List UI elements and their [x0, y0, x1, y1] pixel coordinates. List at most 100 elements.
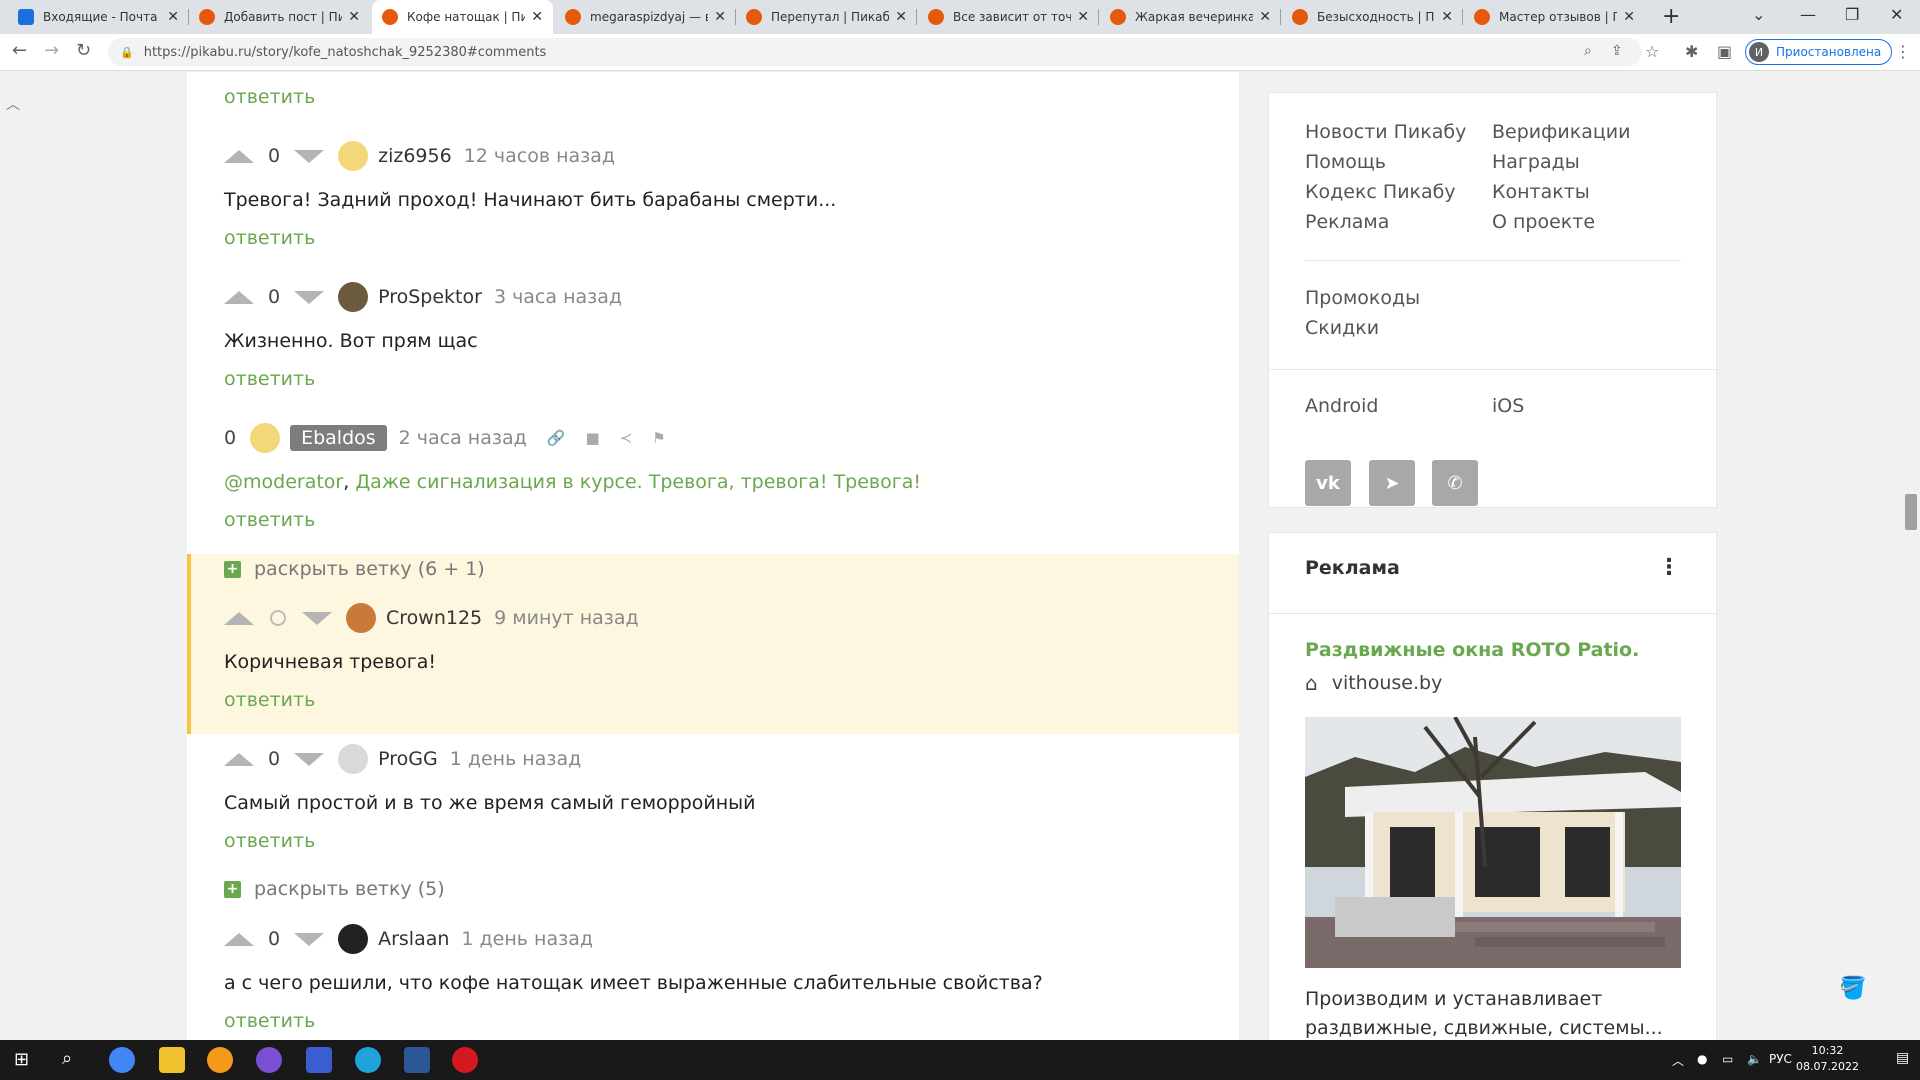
scrollbar-thumb[interactable] [1905, 494, 1917, 530]
back-icon[interactable]: ← [12, 40, 27, 61]
sidebar-link[interactable]: Скидки [1305, 317, 1379, 339]
new-tab-button[interactable]: + [1662, 4, 1680, 29]
tray-app-icon[interactable]: ● [1697, 1052, 1707, 1066]
comment-time[interactable]: 1 день назад [450, 748, 582, 770]
browser-tab[interactable]: Добавить пост | Пикабу ✕ [189, 0, 370, 34]
expand-branch-button[interactable]: + раскрыть ветку (5) [224, 878, 445, 900]
expand-branch-button[interactable]: + раскрыть ветку (6 + 1) [224, 558, 485, 580]
upvote-icon[interactable] [224, 752, 254, 766]
close-icon[interactable]: ✕ [167, 9, 179, 25]
browser-tab[interactable]: Перепутал | Пикабу ✕ [736, 0, 917, 34]
downvote-icon[interactable] [294, 149, 325, 163]
windows-start-icon[interactable]: ⊞ [14, 1049, 29, 1070]
browser-tab[interactable]: Мастер отзывов | Пикабу ✕ [1464, 0, 1645, 34]
sidebar-link[interactable]: Верификации [1492, 121, 1630, 143]
telegram-icon[interactable]: ➤ [1369, 460, 1415, 506]
save-app-icon[interactable] [306, 1047, 332, 1073]
reply-link[interactable]: ответить [224, 1010, 315, 1032]
viber-icon[interactable] [256, 1047, 282, 1073]
reply-link[interactable]: ответить [224, 368, 315, 390]
volume-icon[interactable]: 🔈 [1747, 1052, 1762, 1066]
reload-icon[interactable]: ↻ [76, 40, 91, 61]
chrome-icon[interactable] [109, 1047, 135, 1073]
android-app-link[interactable]: Android [1305, 395, 1378, 417]
close-icon[interactable]: ✕ [1259, 9, 1271, 25]
sidebar-link[interactable]: Реклама [1305, 211, 1389, 233]
close-icon[interactable]: ✕ [1623, 9, 1635, 25]
avatar[interactable] [346, 603, 376, 633]
browser-tab[interactable]: Жаркая вечеринка | Пикабу ✕ [1100, 0, 1281, 34]
share-icon[interactable]: ⇪ [1611, 43, 1623, 59]
sidebar-link[interactable]: Новости Пикабу [1305, 121, 1466, 143]
reply-link[interactable]: ответить [224, 509, 315, 531]
menu-icon[interactable]: ⋮ [1895, 42, 1911, 61]
bookmark-icon[interactable]: ■ [585, 429, 599, 447]
app-icon[interactable] [207, 1047, 233, 1073]
reply-link[interactable]: ответить [224, 830, 315, 852]
sidebar-link[interactable]: Кодекс Пикабу [1305, 181, 1456, 203]
scroll-up-icon[interactable]: ︿ [6, 94, 20, 114]
browser-tab[interactable]: megaraspizdyaj — все посты ✕ [555, 0, 736, 34]
comment-time[interactable]: 3 часа назад [494, 286, 622, 308]
extensions-icon[interactable]: ✱ [1685, 42, 1698, 61]
upvote-icon[interactable] [224, 290, 254, 304]
bookmark-star-icon[interactable]: ☆ [1645, 42, 1659, 61]
close-icon[interactable]: ✕ [714, 9, 726, 25]
downvote-icon[interactable] [302, 611, 332, 625]
notifications-icon[interactable]: ▤ [1896, 1050, 1909, 1066]
profile-button[interactable]: И Приостановлена [1745, 39, 1893, 65]
downvote-icon[interactable] [294, 752, 325, 766]
reply-link[interactable]: ответить [224, 86, 315, 108]
sidebar-link[interactable]: Контакты [1492, 181, 1590, 203]
upvote-icon[interactable] [224, 149, 254, 163]
upvote-icon[interactable] [224, 932, 254, 946]
comment-time[interactable]: 1 день назад [461, 928, 593, 950]
network-icon[interactable]: ▭ [1722, 1052, 1733, 1066]
paint-bucket-icon[interactable]: 🪣 [1839, 976, 1866, 1001]
zoom-icon[interactable]: ⌕ [1584, 43, 1592, 59]
sidebar-link[interactable]: Помощь [1305, 151, 1386, 173]
edge-icon[interactable] [355, 1047, 381, 1073]
file-explorer-icon[interactable] [159, 1047, 185, 1073]
comment-author[interactable]: ProSpektor [378, 286, 482, 308]
tray-chevron-icon[interactable]: ︿ [1672, 1052, 1684, 1069]
minimize-button[interactable]: — [1800, 5, 1816, 24]
comment-author[interactable]: Crown125 [386, 607, 482, 629]
share-icon[interactable]: ≺ [620, 429, 633, 447]
restore-button[interactable]: ❐ [1845, 5, 1859, 24]
flag-icon[interactable]: ⚑ [652, 429, 665, 447]
avatar[interactable] [338, 744, 369, 774]
sidebar-link[interactable]: О проекте [1492, 211, 1595, 233]
comment-author[interactable]: Arslaan [378, 928, 449, 950]
comment-time[interactable]: 9 минут назад [494, 607, 639, 629]
viber-icon[interactable]: ✆ [1432, 460, 1478, 506]
comment-time[interactable]: 12 часов назад [464, 145, 615, 167]
close-icon[interactable]: ✕ [348, 9, 360, 25]
avatar[interactable] [338, 282, 369, 312]
page-scrollbar[interactable] [1903, 72, 1920, 1040]
downvote-icon[interactable] [294, 932, 325, 946]
ad-image[interactable] [1305, 717, 1681, 968]
downvote-icon[interactable] [294, 290, 325, 304]
upvote-icon[interactable] [224, 611, 254, 625]
search-icon[interactable]: ⌕ [62, 1048, 72, 1069]
comment-author[interactable]: Ebaldos [290, 425, 387, 451]
browser-tab[interactable]: Безысходность | Пикабу ✕ [1282, 0, 1463, 34]
taskbar-clock[interactable]: 10:32 08.07.2022 [1796, 1043, 1859, 1075]
reply-link[interactable]: ответить [224, 227, 315, 249]
vk-icon[interactable]: vk [1305, 460, 1351, 506]
close-icon[interactable]: ✕ [1441, 9, 1453, 25]
opera-icon[interactable] [452, 1047, 478, 1073]
forward-icon[interactable]: → [44, 40, 59, 61]
tab-search-icon[interactable]: ⌄ [1752, 5, 1765, 24]
link-icon[interactable]: 🔗 [547, 429, 566, 447]
avatar[interactable] [250, 423, 281, 453]
side-panel-icon[interactable]: ▣ [1717, 42, 1732, 61]
more-options-icon[interactable]: ⋮ [1658, 555, 1680, 580]
comment-author[interactable]: ProGG [378, 748, 438, 770]
close-icon[interactable]: ✕ [531, 9, 543, 25]
close-icon[interactable]: ✕ [895, 9, 907, 25]
mention-link[interactable]: @moderator [224, 471, 343, 493]
sidebar-link[interactable]: Промокоды [1305, 287, 1420, 309]
reply-link[interactable]: ответить [224, 689, 315, 711]
